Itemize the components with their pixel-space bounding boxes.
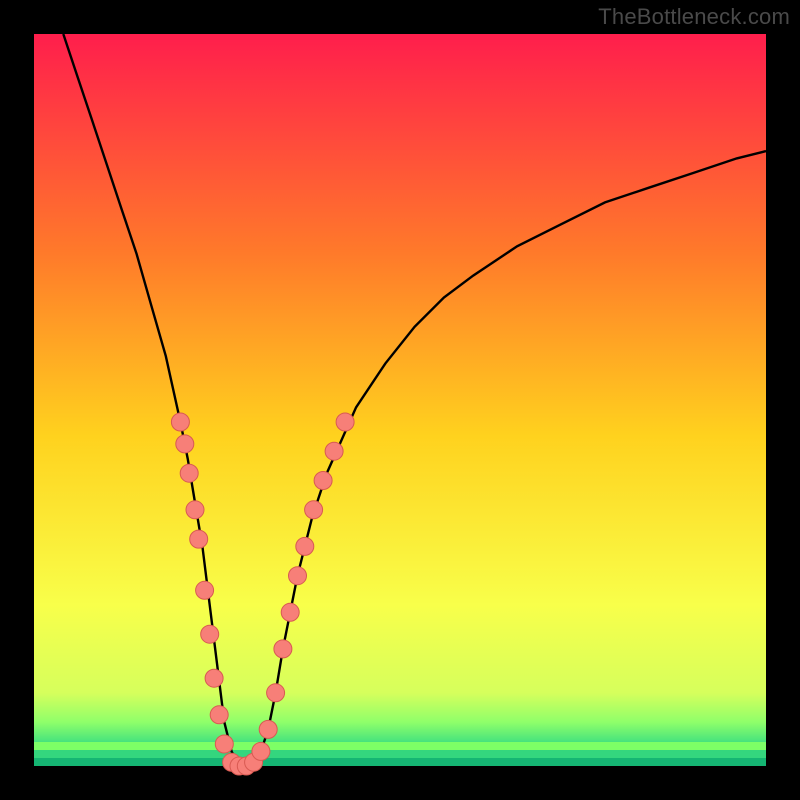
highlight-dot — [180, 464, 198, 482]
highlight-dot — [176, 435, 194, 453]
highlight-dot — [186, 501, 204, 519]
band-3 — [34, 758, 766, 766]
highlight-dot — [196, 581, 214, 599]
highlight-dot — [205, 669, 223, 687]
highlight-dot — [215, 735, 233, 753]
watermark-text: TheBottleneck.com — [598, 4, 790, 30]
highlight-dot — [267, 684, 285, 702]
highlight-dot — [325, 442, 343, 460]
band-2 — [34, 750, 766, 758]
highlight-dot — [259, 720, 277, 738]
highlight-dot — [171, 413, 189, 431]
highlight-dot — [190, 530, 208, 548]
highlight-dot — [210, 706, 228, 724]
highlight-dot — [274, 640, 292, 658]
highlight-dot — [201, 625, 219, 643]
highlight-dot — [336, 413, 354, 431]
highlight-dot — [314, 472, 332, 490]
highlight-dot — [305, 501, 323, 519]
highlight-dot — [296, 537, 314, 555]
plot-area — [34, 34, 766, 766]
highlight-dot — [289, 567, 307, 585]
band-1 — [34, 742, 766, 750]
highlight-dot — [281, 603, 299, 621]
highlight-dot — [252, 742, 270, 760]
bottleneck-chart — [0, 0, 800, 800]
chart-container: TheBottleneck.com — [0, 0, 800, 800]
